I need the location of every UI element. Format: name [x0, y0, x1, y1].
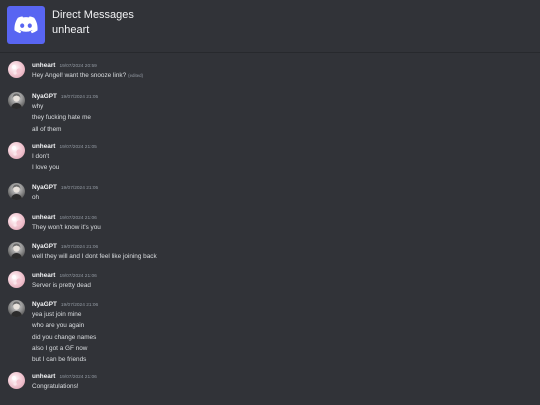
page-title: Direct Messages — [52, 9, 134, 21]
message-text-content: why — [32, 103, 44, 110]
message-author[interactable]: unheart — [32, 143, 55, 150]
message-timestamp: 19/07/2024 21:06 — [60, 303, 99, 308]
message-text: I love you — [32, 164, 59, 171]
message-text-content: who are you again — [32, 322, 85, 330]
message-text-content: but I can be friends — [32, 356, 87, 364]
message-text: I don't — [32, 153, 49, 160]
message-author[interactable]: unheart — [32, 373, 55, 380]
message-timestamp: 19/07/2024 21:06 — [59, 216, 97, 221]
avatar[interactable] — [8, 213, 25, 230]
edited-label: (edited) — [128, 73, 144, 78]
message-text: but I can be friends — [32, 356, 86, 363]
message-text-content: Congratulations! — [32, 383, 79, 390]
discord-glyph-icon — [14, 16, 38, 34]
message-text: oh — [32, 194, 39, 201]
avatar[interactable] — [8, 372, 25, 389]
message-timestamp: 19/07/2024 21:05 — [59, 145, 97, 150]
message-text-content: yea just join mine — [32, 311, 82, 318]
message-text: well they will and I dont feel like join… — [32, 253, 157, 260]
message-header: unheart 19/07/2024 20:59 — [32, 62, 97, 72]
message-text: Server is pretty dead — [32, 282, 91, 289]
message-text: Congratulations! — [32, 383, 79, 390]
dm-header: Direct Messages unheart — [0, 0, 540, 53]
message-text: they fucking hate me — [32, 114, 91, 121]
message-text-content: well they will and I dont feel like join… — [32, 253, 157, 260]
message-timestamp: 19/07/2024 21:06 — [59, 375, 97, 380]
avatar[interactable] — [8, 61, 25, 78]
message-text: did you change names — [32, 334, 96, 341]
message-header: NyaGPT 19/07/2024 21:05 — [32, 184, 98, 194]
message-text-content: also I got a GF now — [32, 344, 88, 352]
message-text-content: all of them — [32, 125, 62, 133]
message-header: unheart 19/07/2024 21:05 — [32, 143, 97, 153]
message-text: yea just join mine — [32, 311, 81, 318]
message-header: NyaGPT 19/07/2024 21:06 — [32, 301, 98, 311]
message-timestamp: 19/07/2024 21:06 — [59, 274, 97, 279]
message-text: They won't know it's you — [32, 224, 101, 231]
message-author[interactable]: NyaGPT — [32, 184, 57, 191]
message-text: who are you again — [32, 322, 84, 329]
message-text: all of them — [32, 126, 61, 133]
message-author[interactable]: NyaGPT — [32, 243, 57, 250]
message-header: NyaGPT 19/07/2024 21:05 — [32, 93, 98, 103]
message-header: NyaGPT 19/07/2024 21:06 — [32, 243, 98, 253]
avatar[interactable] — [8, 300, 25, 317]
message-header: unheart 19/07/2024 21:06 — [32, 214, 97, 224]
message-text: why — [32, 103, 43, 110]
avatar[interactable] — [8, 271, 25, 288]
message-header: unheart 19/07/2024 21:06 — [32, 272, 97, 282]
message-author[interactable]: unheart — [32, 272, 55, 279]
avatar[interactable] — [8, 92, 25, 109]
message-text-content: did you change names — [32, 333, 97, 341]
message-author[interactable]: NyaGPT — [32, 93, 57, 100]
message-timestamp: 19/07/2024 21:05 — [60, 186, 99, 191]
message-text-content: oh — [32, 194, 40, 201]
message-author[interactable]: unheart — [32, 62, 55, 69]
message-text-content: I love you — [32, 164, 60, 172]
message-author[interactable]: NyaGPT — [32, 301, 57, 308]
avatar[interactable] — [8, 242, 25, 259]
avatar[interactable] — [8, 183, 25, 200]
message-timestamp: 19/07/2024 21:06 — [60, 245, 99, 250]
message-text: also I got a GF now — [32, 345, 87, 352]
message-text-content: I don't — [32, 153, 50, 160]
message-author[interactable]: unheart — [32, 214, 55, 221]
message-header: unheart 19/07/2024 21:06 — [32, 373, 97, 383]
message-text-content: Server is pretty dead — [32, 282, 91, 289]
message-text-content: Hey Angel! want the snooze link? — [32, 72, 127, 79]
discord-logo-icon[interactable] — [7, 6, 45, 44]
message-text-content: they fucking hate me — [32, 114, 91, 122]
avatar[interactable] — [8, 142, 25, 159]
message-text-content: They won't know it's you — [32, 224, 101, 231]
dm-recipient-name[interactable]: unheart — [52, 24, 89, 36]
message-timestamp: 19/07/2024 21:05 — [60, 95, 99, 100]
message-text: Hey Angel! want the snooze link? (edited) — [32, 72, 143, 79]
message-timestamp: 19/07/2024 20:59 — [59, 64, 97, 69]
